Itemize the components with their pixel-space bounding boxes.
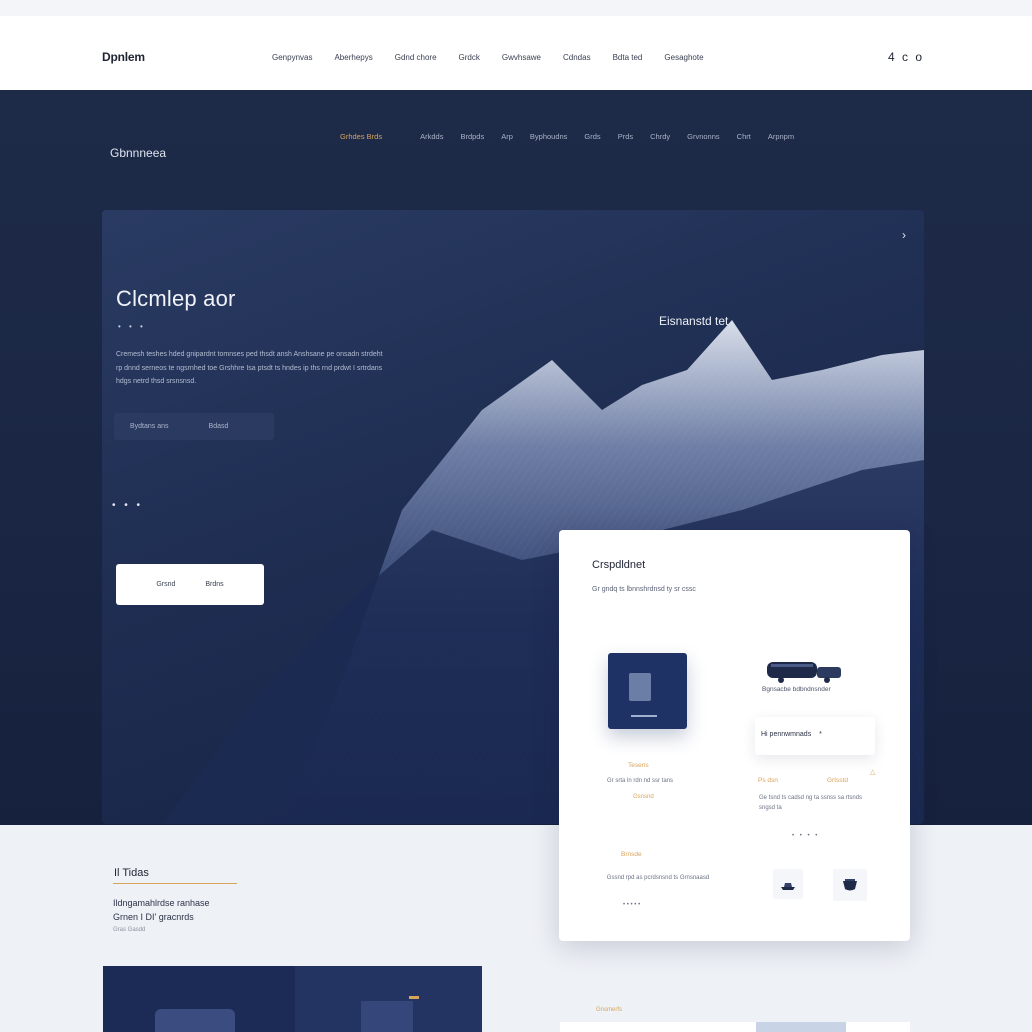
bowl-icon[interactable] <box>833 869 867 901</box>
mountain-title: Eisnanstd tet <box>659 314 729 328</box>
secondary-nav-item[interactable]: Arp <box>501 132 513 141</box>
field-mark: * <box>819 731 822 738</box>
bottom-label: Gnsmerfs <box>596 1007 623 1013</box>
secondary-nav-item[interactable]: Byphoudns <box>530 132 568 141</box>
card-input-field[interactable]: Hi pennwmnads * <box>755 717 875 755</box>
bottom-feature-image[interactable] <box>103 966 482 1032</box>
secondary-nav-item-active[interactable]: Grhdes Brds <box>340 132 382 141</box>
secondary-nav-item[interactable]: Arkdds <box>420 132 443 141</box>
bowl-icon-shape <box>843 879 857 891</box>
info-card: Crspdldnet Gr gndq ts lbnnshrdnsd ty sr … <box>559 530 910 941</box>
truck-caption: Bgnsacbe bdbndnsnder <box>762 686 831 693</box>
hero-white-button[interactable]: Grsnd Brdns <box>116 564 264 605</box>
bottom-strip-highlight <box>756 1022 846 1032</box>
card-description: Ge tsnd ts cadsd ng ta ssnss sa rtsnds s… <box>759 795 863 811</box>
card-section-label: Brnsde <box>621 851 642 858</box>
section-title: Il Tidas <box>114 867 149 879</box>
bottom-strip <box>560 1022 910 1032</box>
bottom-image-shape <box>155 1009 235 1032</box>
card-link-left[interactable]: Ps dsn <box>758 777 778 784</box>
white-button-left-label: Grsnd <box>156 581 176 588</box>
product-thumbnail[interactable] <box>608 653 687 729</box>
thumbnail-text: Gr srta ln rdn nd ssr tans <box>607 778 674 784</box>
thumbnail-bar <box>631 715 657 717</box>
warning-icon: △ <box>870 769 876 776</box>
secondary-nav-item[interactable]: Prds <box>618 132 633 141</box>
secondary-nav-item[interactable]: Chrt <box>737 132 751 141</box>
card-subtitle: Gr gndq ts lbnnshrdnsd ty sr cssc <box>592 586 696 593</box>
hero-headline: Clcmlep aor <box>116 286 236 311</box>
nav-item[interactable]: Gdnd chore <box>395 53 437 62</box>
nav-item[interactable]: Gwvhsawe <box>502 53 541 62</box>
section-text-line1: Ildngamahlrdse ranhase <box>113 898 210 908</box>
section-text: Ildngamahlrdse ranhase Grnen I DI' gracn… <box>113 896 210 924</box>
field-text: Hi pennwmnads <box>761 731 812 738</box>
nav-item[interactable]: Grdck <box>459 53 480 62</box>
card-section-text: Gssnd rpd as pcrdsnsnd ts Grnsnaasd <box>606 875 710 881</box>
carousel-next-icon[interactable]: › <box>902 228 906 242</box>
thumbnail-label: Tesens <box>628 762 649 769</box>
secondary-nav-item[interactable]: Brdpds <box>460 132 484 141</box>
ship-icon-shape <box>781 883 795 890</box>
secondary-nav: Grhdes Brds Arkdds Brdpds Arp Byphoudns … <box>340 132 811 141</box>
white-button-right-label: Brdns <box>205 581 224 588</box>
card-title: Crspdldnet <box>592 559 646 571</box>
secondary-nav-item[interactable]: Grds <box>584 132 600 141</box>
nav-item[interactable]: Aberhepys <box>334 53 372 62</box>
hero-dots: • • • <box>118 322 146 331</box>
cta-left-label: Bydtans ans <box>130 423 169 430</box>
nav-item[interactable]: Gesaghote <box>664 53 703 62</box>
brand-logo[interactable]: Dpnlem <box>102 50 145 64</box>
carousel-pager[interactable]: • • • <box>112 500 143 511</box>
top-nav-menu: Genpynvas Aberhepys Gdnd chore Grdck Gwv… <box>272 53 726 62</box>
section-small-text: Gras Gasdd <box>113 927 146 933</box>
truck-icon <box>767 662 841 683</box>
section-text-line2: Grnen I DI' gracnrds <box>113 912 194 922</box>
header-icons[interactable]: 4 c o <box>888 50 924 64</box>
thumbnail-image <box>629 673 651 701</box>
card-link-right[interactable]: Grtsstd <box>827 777 848 784</box>
hero-body-text: Cremesh teshes hded gnipardnt tomnses pe… <box>116 351 383 385</box>
cta-right-label: Bdasd <box>208 423 229 430</box>
card-pager-dots[interactable]: • • • • <box>792 833 819 839</box>
card-section-dots: • • • • • <box>623 902 641 908</box>
bottom-image-box <box>361 1001 413 1032</box>
bottom-image-accent <box>409 996 419 999</box>
section-divider <box>113 883 237 884</box>
top-navbar: Dpnlem Genpynvas Aberhepys Gdnd chore Gr… <box>0 0 1032 90</box>
nav-item[interactable]: Genpynvas <box>272 53 312 62</box>
secondary-nav-item[interactable]: Grvnonns <box>687 132 720 141</box>
nav-item[interactable]: Cdndas <box>563 53 591 62</box>
thumbnail-sublabel: Gsnsnd <box>633 794 654 800</box>
secondary-nav-item[interactable]: Chrdy <box>650 132 670 141</box>
ship-icon[interactable] <box>773 869 803 899</box>
secondary-logo[interactable]: Gbnnneea <box>110 146 166 160</box>
nav-item[interactable]: Bdta ted <box>613 53 643 62</box>
secondary-nav-item[interactable]: Arpnpm <box>768 132 794 141</box>
hero-cta-button[interactable]: Bydtans ans Bdasd <box>114 413 274 440</box>
